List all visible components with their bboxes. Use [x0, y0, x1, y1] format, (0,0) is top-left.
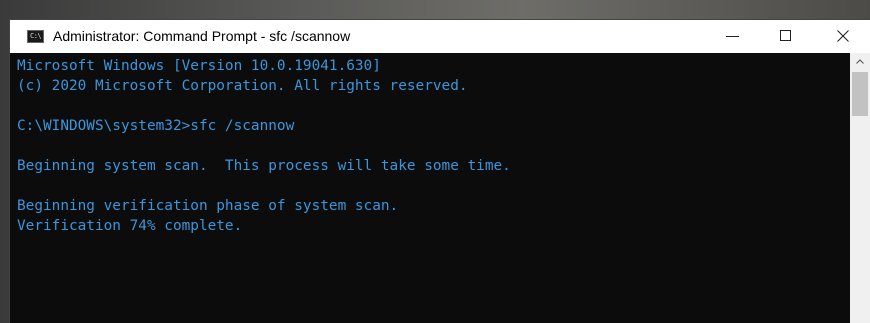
maximize-button[interactable] — [763, 20, 809, 53]
minimize-button[interactable] — [710, 20, 756, 53]
console-line: Beginning verification phase of system s… — [17, 198, 399, 214]
console-line: Beginning system scan. This process will… — [17, 158, 511, 174]
console-line: Microsoft Windows [Version 10.0.19041.63… — [17, 58, 381, 74]
vertical-scrollbar[interactable] — [850, 53, 870, 323]
command-prompt-icon-glyph: C:\ — [30, 32, 42, 40]
close-button[interactable] — [820, 20, 866, 53]
console-line: (c) 2020 Microsoft Corporation. All righ… — [17, 78, 468, 94]
console-line: Verification 74% complete. — [17, 218, 243, 234]
window-title: Administrator: Command Prompt - sfc /sca… — [53, 28, 351, 44]
command-prompt-window[interactable]: C:\ Administrator: Command Prompt - sfc … — [10, 20, 870, 323]
scroll-up-button[interactable] — [850, 53, 870, 70]
console-line: C:\WINDOWS\system32>sfc /scannow — [17, 118, 295, 134]
scrollbar-thumb[interactable] — [852, 72, 868, 116]
console-output[interactable]: Microsoft Windows [Version 10.0.19041.63… — [10, 53, 850, 323]
chevron-up-icon — [856, 59, 864, 64]
command-prompt-icon[interactable]: C:\ — [27, 30, 44, 43]
close-icon — [837, 30, 849, 42]
title-bar[interactable]: C:\ Administrator: Command Prompt - sfc … — [10, 20, 870, 53]
